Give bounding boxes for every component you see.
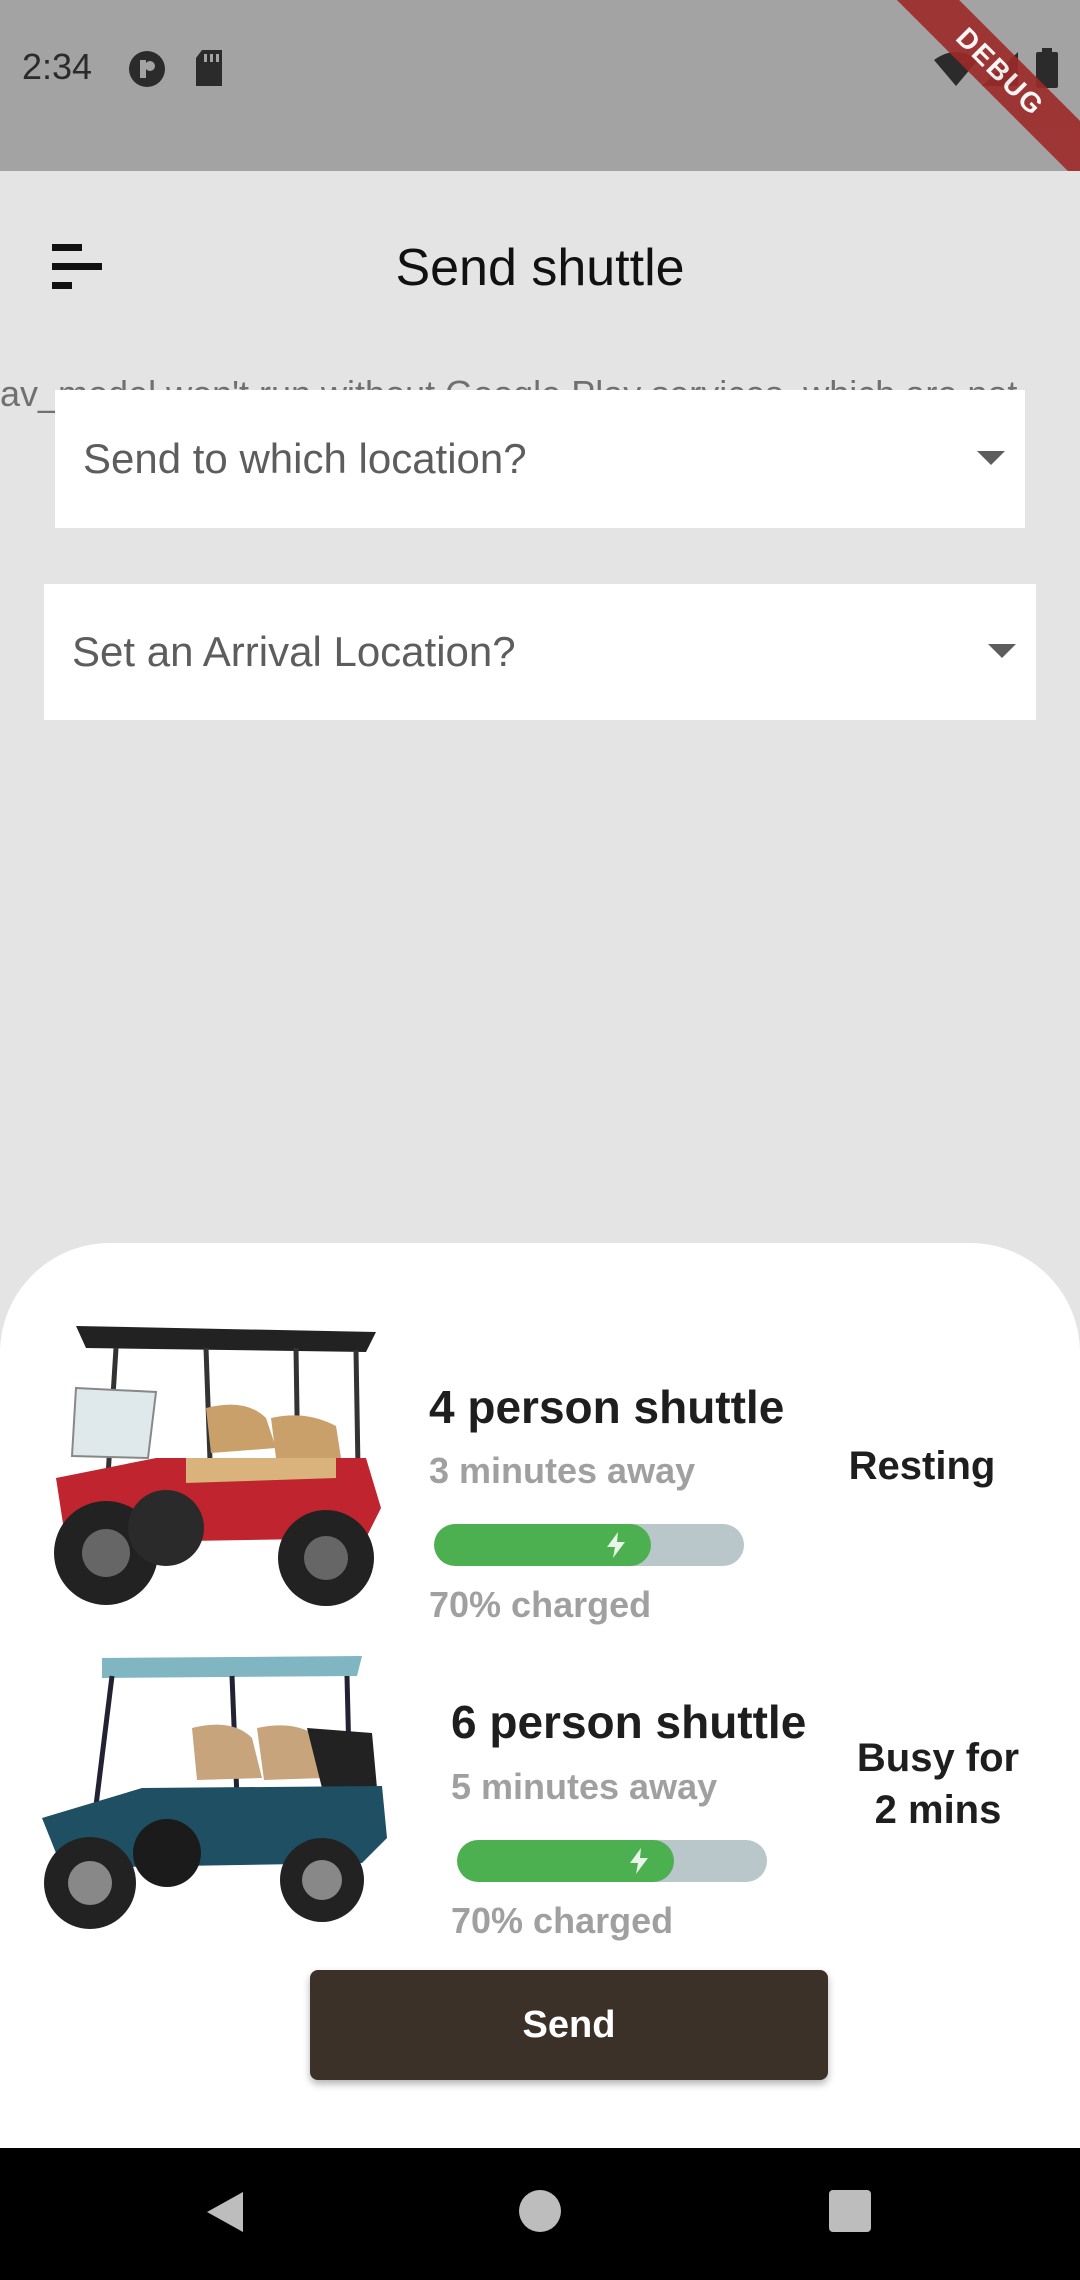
back-icon[interactable]: [205, 2190, 245, 2234]
app-notification-icon: [129, 51, 165, 87]
send-location-placeholder: Send to which location?: [83, 435, 527, 482]
home-icon[interactable]: [519, 2190, 561, 2232]
system-nav-bar: [0, 2148, 1080, 2280]
arrival-location-dropdown[interactable]: Set an Arrival Location?: [44, 584, 1036, 720]
status-time: 2:34: [22, 46, 93, 87]
golf-cart-teal-image: [42, 1656, 387, 1929]
shuttle-name: 6 person shuttle: [451, 1696, 807, 1748]
lightning-bolt-icon: [630, 1848, 648, 1874]
battery-progress-bar: [457, 1840, 767, 1882]
battery-charge-label: 70% charged: [451, 1900, 674, 1941]
battery-charge-label: 70% charged: [429, 1584, 652, 1625]
status-bar: 2:34 DEBUG: [0, 0, 1080, 171]
page-title: Send shuttle: [395, 239, 685, 297]
send-button[interactable]: Send: [310, 1970, 828, 2080]
dropdown-arrow-icon: [977, 451, 1005, 465]
shuttle-eta: 3 minutes away: [429, 1450, 696, 1491]
shuttle-status: Busy for 2 mins: [856, 1736, 1020, 1832]
shuttle-eta: 5 minutes away: [451, 1766, 718, 1807]
shuttle-status: Resting: [848, 1444, 996, 1488]
sd-card-icon: [196, 50, 222, 86]
send-location-dropdown[interactable]: Send to which location?: [55, 390, 1025, 528]
shuttle-name: 4 person shuttle: [429, 1381, 785, 1433]
battery-progress-bar: [434, 1524, 744, 1566]
recent-apps-icon[interactable]: [829, 2190, 871, 2232]
golf-cart-red-image: [54, 1326, 381, 1606]
arrival-location-placeholder: Set an Arrival Location?: [72, 628, 516, 675]
dropdown-arrow-icon: [988, 644, 1016, 658]
lightning-bolt-icon: [607, 1532, 625, 1558]
